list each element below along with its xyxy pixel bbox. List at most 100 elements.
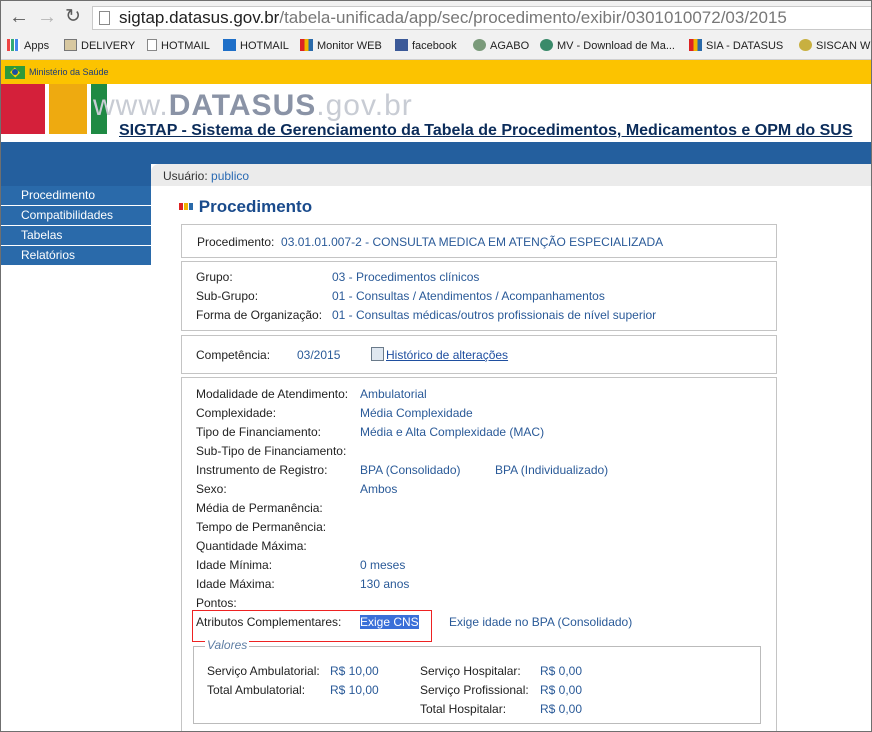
detail-label: Média de Permanência: [196,501,323,515]
procedure-value: 03.01.01.007-2 - CONSULTA MEDICA EM ATEN… [281,235,664,249]
detail-value-secondary: BPA (Individualizado) [495,463,609,477]
delivery-icon [64,39,77,51]
detail-label: Idade Mínima: [196,558,273,572]
detail-label: Tipo de Financiamento: [196,425,321,439]
outlook-icon [223,39,236,51]
url-path: /tabela-unificada/app/sec/procedimento/e… [279,8,787,27]
total-hospitalar-label: Total Hospitalar: [420,702,507,716]
page-icon [147,39,157,51]
browser-toolbar: ← → ↻ sigtap.datasus.gov.br/tabela-unifi… [1,1,871,35]
menu-item-relatorios[interactable]: Relatórios [1,246,151,266]
atributos-value-1-wrap: Exige CNS [360,615,419,630]
atributos-label: Atributos Complementares: [196,615,342,629]
servico-hospitalar-label: Serviço Hospitalar: [420,664,521,678]
user-info: Usuário: publico [163,169,249,183]
bookmark-label: HOTMAIL [240,40,289,52]
history-icon [371,347,384,361]
organization-value: 01 - Consultas médicas/outros profission… [332,308,657,322]
servico-hospitalar-value: R$ 0,00 [540,664,583,678]
ministry-label[interactable]: Ministério da Saúde [29,67,109,77]
detail-label: Idade Máxima: [196,577,275,591]
back-arrow-icon[interactable]: ← [9,6,29,28]
watermark-strong: DATASUS [168,89,317,122]
detail-label: Complexidade: [196,406,277,420]
subgroup-value: 01 - Consultas / Atendimentos / Acompanh… [332,289,605,303]
menu-top-bar [1,164,151,186]
history-link[interactable]: Histórico de alterações [371,347,508,363]
menu-item-compatibilidades[interactable]: Compatibilidades [1,206,151,226]
competencia-value: 03/2015 [297,348,341,362]
page-title: Procedimento [198,197,313,216]
page-title-wrap: Procedimento [179,197,312,217]
servico-ambulatorial-label: Serviço Ambulatorial: [207,664,320,678]
history-link-label[interactable]: Histórico de alterações [386,348,508,362]
yellow-block [49,84,87,134]
group-label: Grupo: [196,270,233,284]
procedure-row: Procedimento: 03.01.01.007-2 - CONSULTA … [197,235,663,250]
system-title[interactable]: SIGTAP - Sistema de Gerenciamento da Tab… [119,121,853,141]
procedure-label: Procedimento: [197,235,275,249]
bookmark-delivery[interactable]: DELIVERY [64,39,135,53]
bookmark-hotmail-page[interactable]: HOTMAIL [147,39,210,53]
colored-bars-icon [300,39,313,51]
bookmark-label: Monitor WEB [317,40,382,52]
site-header: www.DATASUS.gov.br SIGTAP - Sistema de G… [1,84,871,142]
detail-label: Pontos: [196,596,237,610]
side-menu: Procedimento Compatibilidades Tabelas Re… [1,186,151,266]
page-icon [99,11,110,25]
bookmark-label: HOTMAIL [161,40,210,52]
watermark-pre: www. [93,89,169,122]
detail-value: 0 meses [360,558,406,572]
watermark-post: .gov.br [316,89,413,122]
bookmark-apps[interactable]: Apps [7,39,49,53]
bookmark-sia-datasus[interactable]: SIA - DATASUS [689,39,783,53]
address-bar[interactable]: sigtap.datasus.gov.br/tabela-unificada/a… [92,6,871,30]
total-ambulatorial-label: Total Ambulatorial: [207,683,306,697]
bookmark-hotmail-outlook[interactable]: HOTMAIL [223,39,289,53]
user-bar: Usuário: publico [151,164,871,186]
detail-value: Ambos [360,482,398,496]
group-value: 03 - Procedimentos clínicos [332,270,480,284]
detail-label: Tempo de Permanência: [196,520,327,534]
menu-item-procedimento[interactable]: Procedimento [1,186,151,206]
menu-item-tabelas[interactable]: Tabelas [1,226,151,246]
atributos-value-2: Exige idade no BPA (Consolidado) [449,615,633,629]
detail-value: BPA (Consolidado) [360,463,461,477]
bookmark-label: AGABO [490,40,530,52]
detail-label: Instrumento de Registro: [196,463,328,477]
user-name[interactable]: publico [211,169,249,183]
user-label: Usuário: [163,169,208,183]
servico-ambulatorial-value: R$ 10,00 [330,664,379,678]
reload-icon[interactable]: ↻ [65,6,81,28]
detail-label: Sexo: [196,482,227,496]
browser-window: ← → ↻ sigtap.datasus.gov.br/tabela-unifi… [0,0,872,732]
servico-profissional-label: Serviço Profissional: [420,683,529,697]
ministry-bar: Ministério da Saúde [1,60,871,84]
bookmark-monitor-web[interactable]: Monitor WEB [300,39,382,53]
total-ambulatorial-value: R$ 10,00 [330,683,379,697]
bookmark-mv-download[interactable]: MV - Download de Ma... [540,39,675,53]
subgroup-label: Sub-Grupo: [196,289,259,303]
header-blue-bar [1,142,871,164]
swirl-icon [540,39,553,51]
detail-value: Média e Alta Complexidade (MAC) [360,425,545,439]
swirl-icon [473,39,486,51]
bookmark-siscan[interactable]: SISCAN WE [799,39,871,53]
detail-label: Modalidade de Atendimento: [196,387,349,401]
valores-legend: Valores [205,638,250,652]
servico-profissional-value: R$ 0,00 [540,683,583,697]
detail-value: Ambulatorial [360,387,427,401]
globe-icon [799,39,812,51]
bookmark-label: facebook [412,40,457,52]
facebook-icon [395,39,408,51]
brazil-flag-icon [5,66,25,79]
bookmarks-bar: Apps DELIVERY HOTMAIL HOTMAIL Monitor WE… [1,35,871,60]
bookmark-agabo[interactable]: AGABO [473,39,529,53]
apps-grid-icon [7,39,20,51]
atributos-value-1[interactable]: Exige CNS [360,615,419,629]
url-text: sigtap.datasus.gov.br/tabela-unificada/a… [119,8,787,28]
bookmark-facebook[interactable]: facebook [395,39,457,53]
forward-arrow-icon[interactable]: → [37,6,57,28]
url-host: sigtap.datasus.gov.br [119,8,280,27]
detail-value: 130 anos [360,577,410,591]
